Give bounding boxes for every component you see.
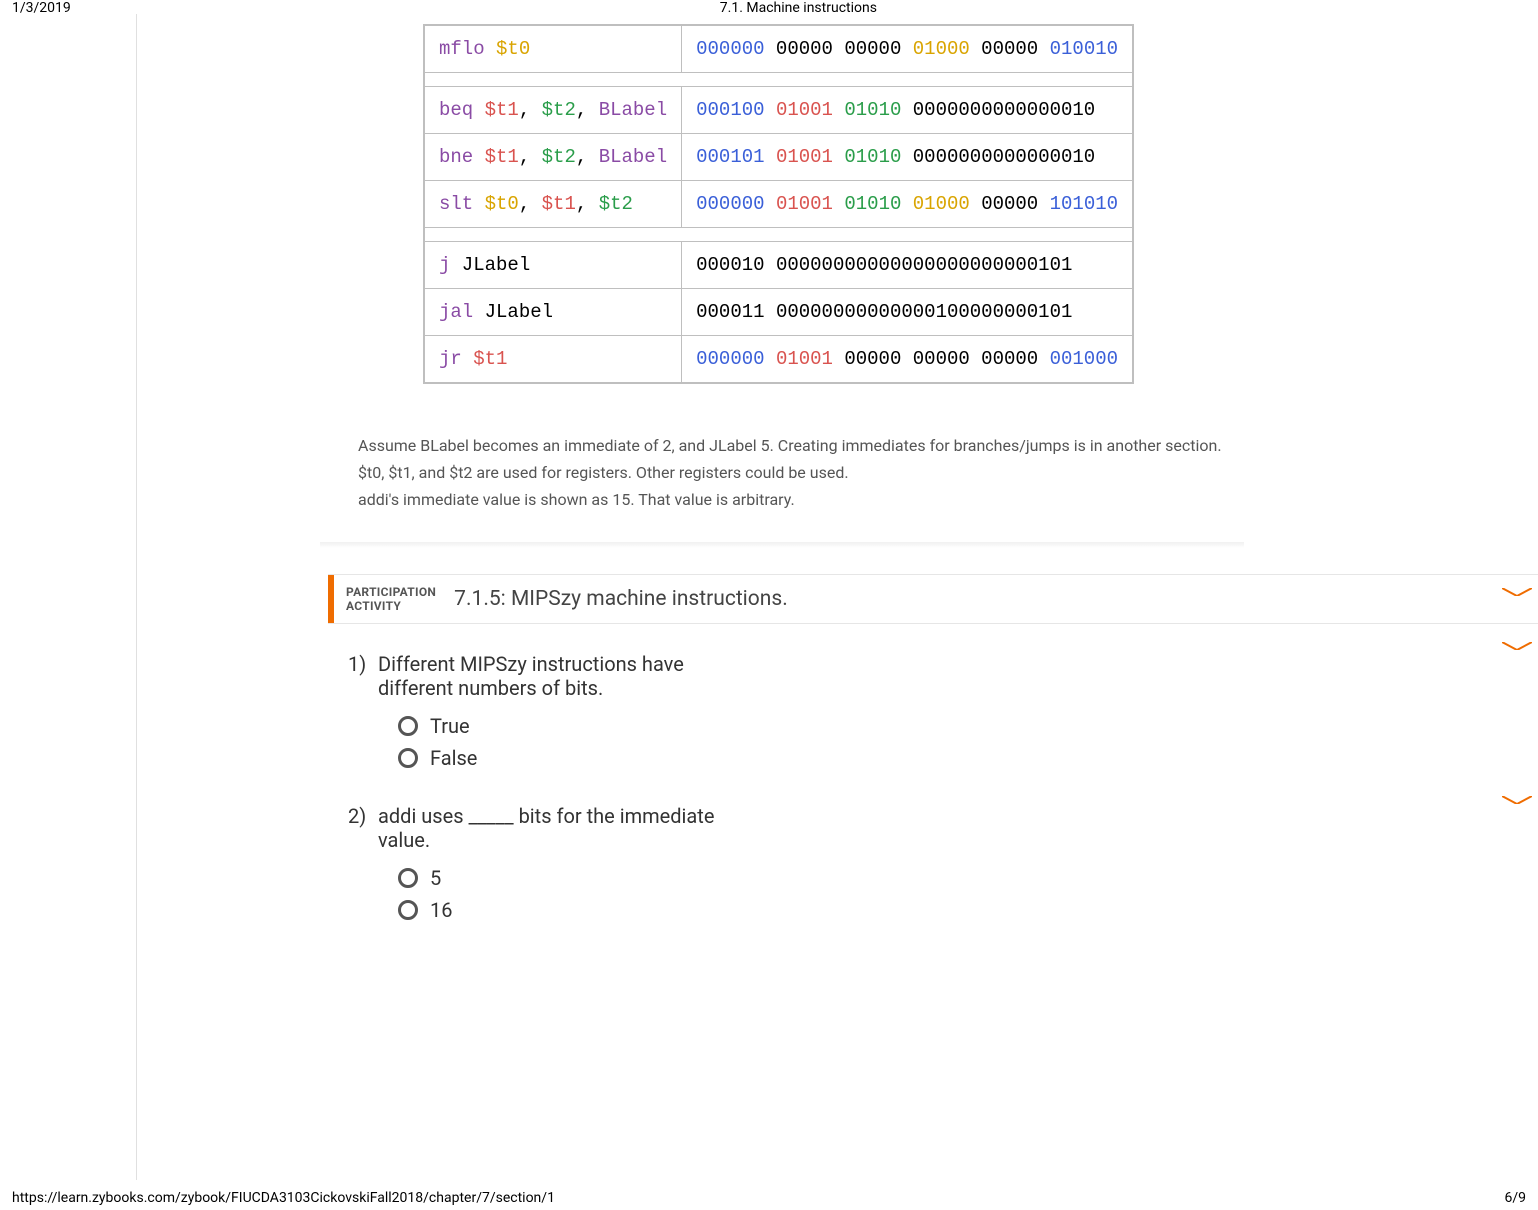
- binary-cell: 000101 01001 01010 0000000000000010: [682, 134, 1133, 181]
- participation-activity: PARTICIPATION ACTIVITY 7.1.5: MIPSzy mac…: [328, 574, 1538, 931]
- binary-cell: 000100 01001 01010 0000000000000010: [682, 87, 1133, 134]
- question-text: addi uses _____ bits for the immediate v…: [378, 804, 738, 852]
- binary-cell: 000000 01001 00000 00000 00000 001000: [682, 336, 1133, 384]
- asm-cell: jal JLabel: [424, 289, 682, 336]
- option-label: 16: [430, 898, 452, 922]
- asm-cell: mflo $t0: [424, 25, 682, 73]
- notes-block: Assume BLabel becomes an immediate of 2,…: [358, 432, 1238, 514]
- print-date: 1/3/2019: [12, 0, 71, 16]
- asm-cell: j JLabel: [424, 242, 682, 289]
- radio-icon: [398, 716, 418, 736]
- print-url: https://learn.zybooks.com/zybook/FIUCDA3…: [12, 1190, 555, 1206]
- note-line: $t0, $t1, and $t2 are used for registers…: [358, 459, 1238, 486]
- instruction-table: mflo $t0000000 00000 00000 01000 00000 0…: [423, 24, 1134, 384]
- table-row: [424, 73, 1133, 87]
- option-5[interactable]: 5: [398, 866, 738, 890]
- asm-cell: slt $t0, $t1, $t2: [424, 181, 682, 228]
- pa-tag-line: PARTICIPATION: [346, 585, 436, 599]
- option-label: 5: [430, 866, 441, 890]
- pa-header: PARTICIPATION ACTIVITY 7.1.5: MIPSzy mac…: [328, 575, 1538, 624]
- table-row: jal JLabel000011 00000000000000100000000…: [424, 289, 1133, 336]
- note-line: Assume BLabel becomes an immediate of 2,…: [358, 432, 1238, 459]
- radio-icon: [398, 748, 418, 768]
- pa-body: 1) Different MIPSzy instructions have di…: [328, 623, 1538, 930]
- asm-cell: jr $t1: [424, 336, 682, 384]
- question-number: 1): [348, 652, 378, 778]
- pa-title: 7.1.5: MIPSzy machine instructions.: [454, 587, 788, 611]
- option-label: True: [430, 714, 470, 738]
- chevron-down-icon: [1502, 796, 1532, 804]
- binary-cell: 000011 00000000000000100000000101: [682, 289, 1133, 336]
- option-label: False: [430, 746, 477, 770]
- question-number: 2): [348, 804, 378, 930]
- binary-cell: 000010 00000000000000000000000101: [682, 242, 1133, 289]
- vertical-divider: [136, 14, 137, 1180]
- note-line: addi's immediate value is shown as 15. T…: [358, 486, 1238, 513]
- table-row: j JLabel000010 0000000000000000000000010…: [424, 242, 1133, 289]
- table-row: beq $t1, $t2, BLabel000100 01001 01010 0…: [424, 87, 1133, 134]
- table-row: mflo $t0000000 00000 00000 01000 00000 0…: [424, 25, 1133, 73]
- pa-tag-line: ACTIVITY: [346, 599, 436, 613]
- table-row: bne $t1, $t2, BLabel000101 01001 01010 0…: [424, 134, 1133, 181]
- table-row: slt $t0, $t1, $t2000000 01001 01010 0100…: [424, 181, 1133, 228]
- radio-icon: [398, 868, 418, 888]
- table-row: [424, 228, 1133, 242]
- option-true[interactable]: True: [398, 714, 738, 738]
- table-row: jr $t1000000 01001 00000 00000 00000 001…: [424, 336, 1133, 384]
- option-16[interactable]: 16: [398, 898, 738, 922]
- pa-tag: PARTICIPATION ACTIVITY: [346, 585, 436, 614]
- print-title: 7.1. Machine instructions: [720, 0, 877, 16]
- question-text: Different MIPSzy instructions have diffe…: [378, 652, 738, 700]
- binary-cell: 000000 00000 00000 01000 00000 010010: [682, 25, 1133, 73]
- binary-cell: 000000 01001 01010 01000 00000 101010: [682, 181, 1133, 228]
- question-2: 2) addi uses _____ bits for the immediat…: [348, 804, 1518, 930]
- print-page: 6/9: [1504, 1190, 1526, 1206]
- asm-cell: bne $t1, $t2, BLabel: [424, 134, 682, 181]
- chevron-down-icon: [1502, 642, 1532, 650]
- asm-cell: beq $t1, $t2, BLabel: [424, 87, 682, 134]
- option-false[interactable]: False: [398, 746, 738, 770]
- question-1: 1) Different MIPSzy instructions have di…: [348, 652, 1518, 778]
- radio-icon: [398, 900, 418, 920]
